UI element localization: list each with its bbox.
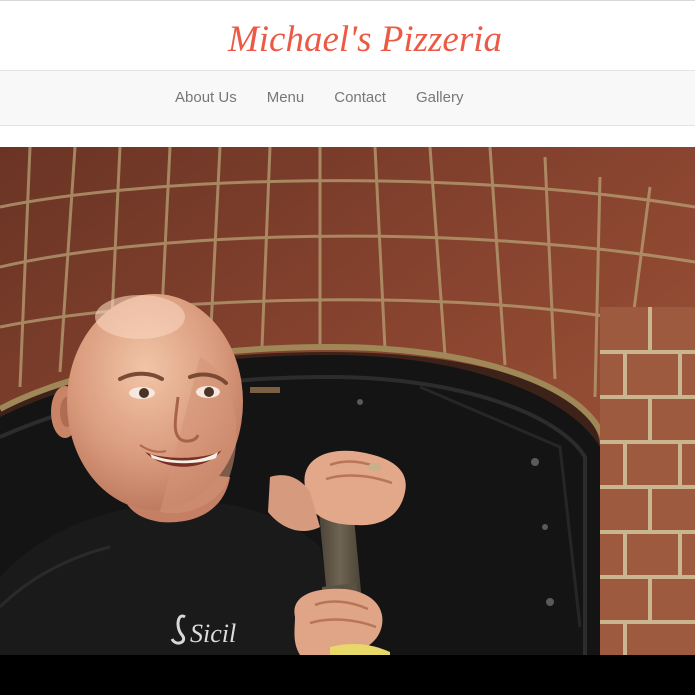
site-title[interactable]: Michael's Pizzeria (0, 19, 695, 61)
apron-logo-text: Sicil (190, 619, 236, 648)
nav-link-gallery[interactable]: Gallery (401, 71, 479, 125)
nav-link-about-us[interactable]: About Us (160, 71, 252, 125)
nav-item-gallery: Gallery (401, 71, 479, 125)
bottom-black-bar (0, 655, 695, 695)
nav-list: About Us Menu Contact Gallery (160, 71, 478, 125)
page: Michael's Pizzeria About Us Menu Contact… (0, 0, 695, 695)
chef-at-brick-oven-image: Sicil (0, 147, 695, 655)
nav-link-contact[interactable]: Contact (319, 71, 401, 125)
site-header: Michael's Pizzeria (0, 1, 695, 70)
nav-link-menu[interactable]: Menu (252, 71, 320, 125)
nav-item-menu: Menu (252, 71, 320, 125)
nav-item-contact: Contact (319, 71, 401, 125)
main-navbar: About Us Menu Contact Gallery (0, 70, 695, 126)
hero-photo: Sicil (0, 147, 695, 655)
nav-item-about-us: About Us (160, 71, 252, 125)
